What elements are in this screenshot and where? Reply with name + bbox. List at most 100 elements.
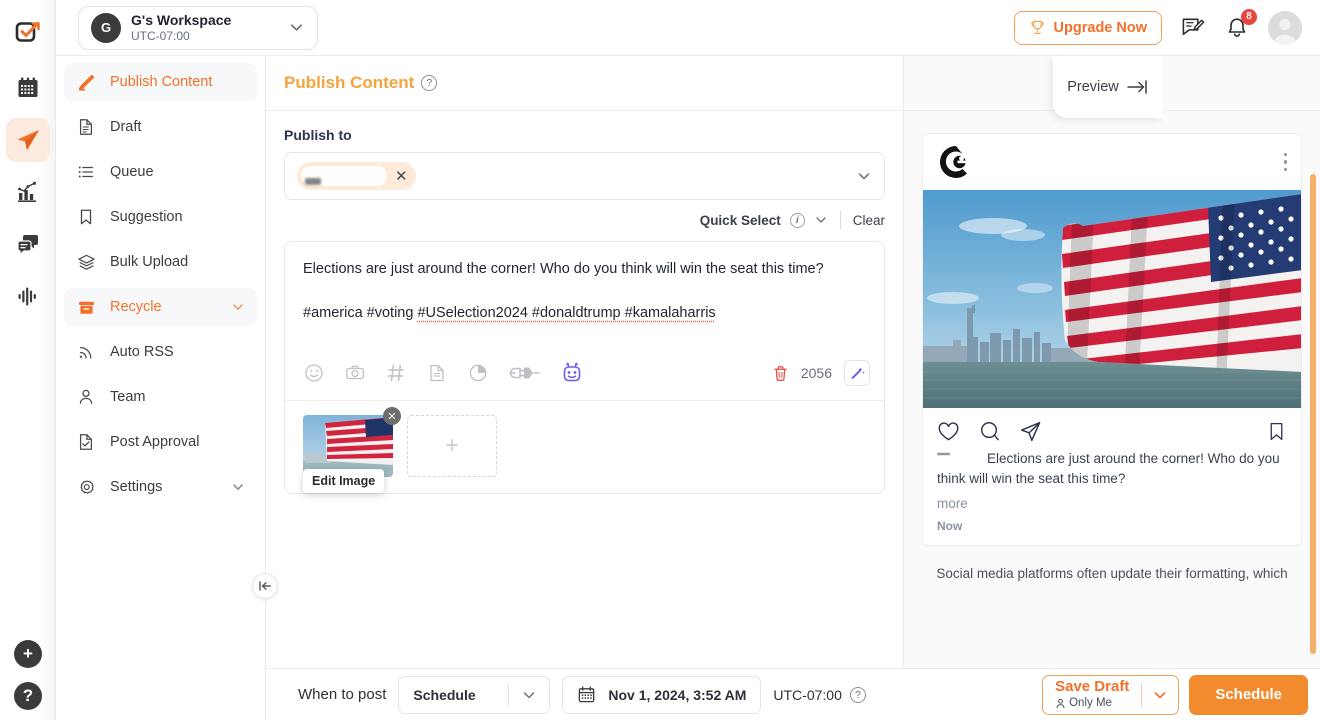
timezone-help-icon[interactable]: ? [849, 686, 866, 703]
sidebar-item-team[interactable]: Team [64, 378, 257, 416]
rail-item-inbox[interactable] [6, 222, 50, 266]
avatar [937, 143, 975, 181]
bookmark-icon [76, 207, 96, 227]
media-thumbnail[interactable]: ✕ Edit Image [303, 407, 401, 493]
sidebar-item-queue[interactable]: Queue [64, 153, 257, 191]
feedback-button[interactable] [1180, 15, 1206, 41]
notifications-button[interactable]: 8 [1224, 8, 1257, 41]
page-title: Publish Content [284, 73, 415, 92]
emoji-icon[interactable] [303, 362, 325, 384]
chat-bubbles-icon [16, 232, 40, 256]
clear-button[interactable]: Clear [853, 213, 885, 228]
sidebar-item-recycle[interactable]: Recycle [64, 288, 257, 326]
rail-item-publish[interactable] [5, 118, 50, 162]
sidebar-item-post-approval[interactable]: Post Approval [64, 423, 257, 461]
info-icon[interactable]: i [789, 212, 805, 228]
ai-magic-wand-button[interactable] [844, 360, 870, 386]
preview-label: Preview [1067, 79, 1119, 95]
help-button[interactable]: ? [14, 682, 42, 710]
preview-post-caption: Elections are just around the corner! Wh… [923, 449, 1301, 492]
rail-item-analytics[interactable] [6, 170, 50, 214]
remove-media-icon[interactable]: ✕ [383, 407, 401, 425]
editor-panel: Publish Content ? Publish to ✕ Quick Sel… [266, 56, 904, 720]
workspace-selector[interactable]: G G's Workspace UTC-07:00 [78, 5, 318, 50]
sidebar-collapse-button[interactable] [252, 573, 278, 599]
plug-icon[interactable] [508, 362, 542, 384]
schedule-date-picker[interactable]: Nov 1, 2024, 3:52 AM [562, 675, 762, 714]
sidebar-item-label: Settings [110, 479, 163, 495]
schedule-mode-select[interactable]: Schedule [398, 675, 551, 714]
bookmark-icon[interactable] [1266, 421, 1287, 442]
workspace-text: G's Workspace UTC-07:00 [131, 12, 278, 44]
caption-text: Elections are just around the corner! Wh… [937, 451, 1280, 486]
sidebar-item-label: Bulk Upload [110, 254, 189, 270]
app-logo-icon[interactable] [8, 12, 48, 52]
rail-item-calendar[interactable] [6, 66, 50, 110]
preview-post-actions [923, 408, 1301, 449]
like-icon[interactable] [937, 420, 960, 443]
workspace-name: G's Workspace [131, 11, 232, 28]
media-attachments: ✕ Edit Image + [285, 400, 884, 493]
upgrade-button[interactable]: Upgrade Now [1013, 10, 1162, 45]
sidebar-item-auto-rss[interactable]: Auto RSS [64, 333, 257, 371]
publish-to-select[interactable]: ✕ [284, 152, 885, 200]
chevron-down-icon[interactable] [1142, 687, 1178, 703]
main-content: Publish Content ? Publish to ✕ Quick Sel… [266, 0, 1320, 720]
share-icon[interactable] [1019, 420, 1042, 443]
person-silhouette-icon [1268, 10, 1302, 45]
schedule-date-value: Nov 1, 2024, 3:52 AM [608, 686, 747, 703]
preview-post-header [923, 134, 1301, 190]
add-media-button[interactable]: + [407, 415, 497, 477]
divider [839, 211, 841, 229]
sidebar-item-publish-content[interactable]: Publish Content [64, 63, 257, 101]
post-options-icon[interactable] [1283, 152, 1287, 172]
edit-image-tooltip[interactable]: Edit Image [303, 469, 385, 493]
quick-select-label[interactable]: Quick Select [700, 213, 781, 228]
chevron-down-icon[interactable] [231, 300, 245, 314]
save-draft-button[interactable]: Save Draft Only Me [1042, 674, 1180, 715]
ai-robot-icon[interactable] [561, 362, 583, 384]
help-tooltip-icon[interactable]: ? [421, 75, 438, 91]
sidebar-item-suggestion[interactable]: Suggestion [64, 198, 257, 236]
chevron-down-icon[interactable] [856, 168, 872, 184]
sidebar-item-label: Queue [110, 164, 154, 180]
top-bar: G G's Workspace UTC-07:00 Upgrade Now 8 [56, 0, 1320, 56]
save-draft-visibility: Only Me [1055, 697, 1129, 710]
top-bar-actions: Upgrade Now 8 [1013, 8, 1302, 45]
sidebar-item-label: Auto RSS [110, 344, 174, 360]
camera-icon[interactable] [344, 362, 366, 384]
remove-account-icon[interactable]: ✕ [395, 169, 408, 184]
rail-item-listening[interactable] [6, 274, 50, 318]
preview-toggle-button[interactable]: Preview [1053, 56, 1163, 118]
delete-post-icon[interactable] [772, 365, 789, 382]
audio-wave-icon [16, 284, 40, 308]
magic-wand-icon [850, 366, 865, 379]
schedule-button[interactable]: Schedule [1189, 674, 1308, 715]
sidebar-item-label: Publish Content [110, 74, 213, 90]
comment-icon[interactable] [978, 420, 1001, 443]
icon-rail: + ? [0, 0, 56, 720]
preview-disclaimer: Social media platforms often update thei… [936, 566, 1288, 582]
chevron-down-icon[interactable] [231, 480, 245, 494]
sidebar-item-settings[interactable]: Settings [64, 468, 257, 506]
document-icon[interactable] [426, 362, 448, 384]
compose-textarea[interactable]: Elections are just around the corner! Wh… [285, 242, 884, 352]
rail-bottom-actions: + ? [0, 640, 56, 710]
add-button[interactable]: + [14, 640, 42, 668]
chevron-down-icon[interactable] [288, 19, 305, 36]
message-edit-icon [1181, 15, 1206, 40]
chevron-down-icon[interactable] [814, 213, 828, 227]
sidebar-item-label: Post Approval [110, 434, 200, 450]
selected-account-chip[interactable]: ✕ [297, 162, 416, 190]
hashtag-icon[interactable] [385, 362, 407, 384]
sidebar-item-bulk-upload[interactable]: Bulk Upload [64, 243, 257, 281]
chevron-down-icon[interactable] [509, 687, 549, 703]
sidebar-item-draft[interactable]: Draft [64, 108, 257, 146]
more-link[interactable]: more [923, 492, 1301, 511]
preview-scrollbar[interactable] [1310, 174, 1316, 654]
calendar-icon [16, 76, 40, 100]
user-avatar[interactable] [1268, 10, 1302, 45]
schedule-timezone: UTC-07:00 [773, 686, 842, 703]
document-icon [76, 117, 96, 137]
pie-chart-icon[interactable] [467, 362, 489, 384]
